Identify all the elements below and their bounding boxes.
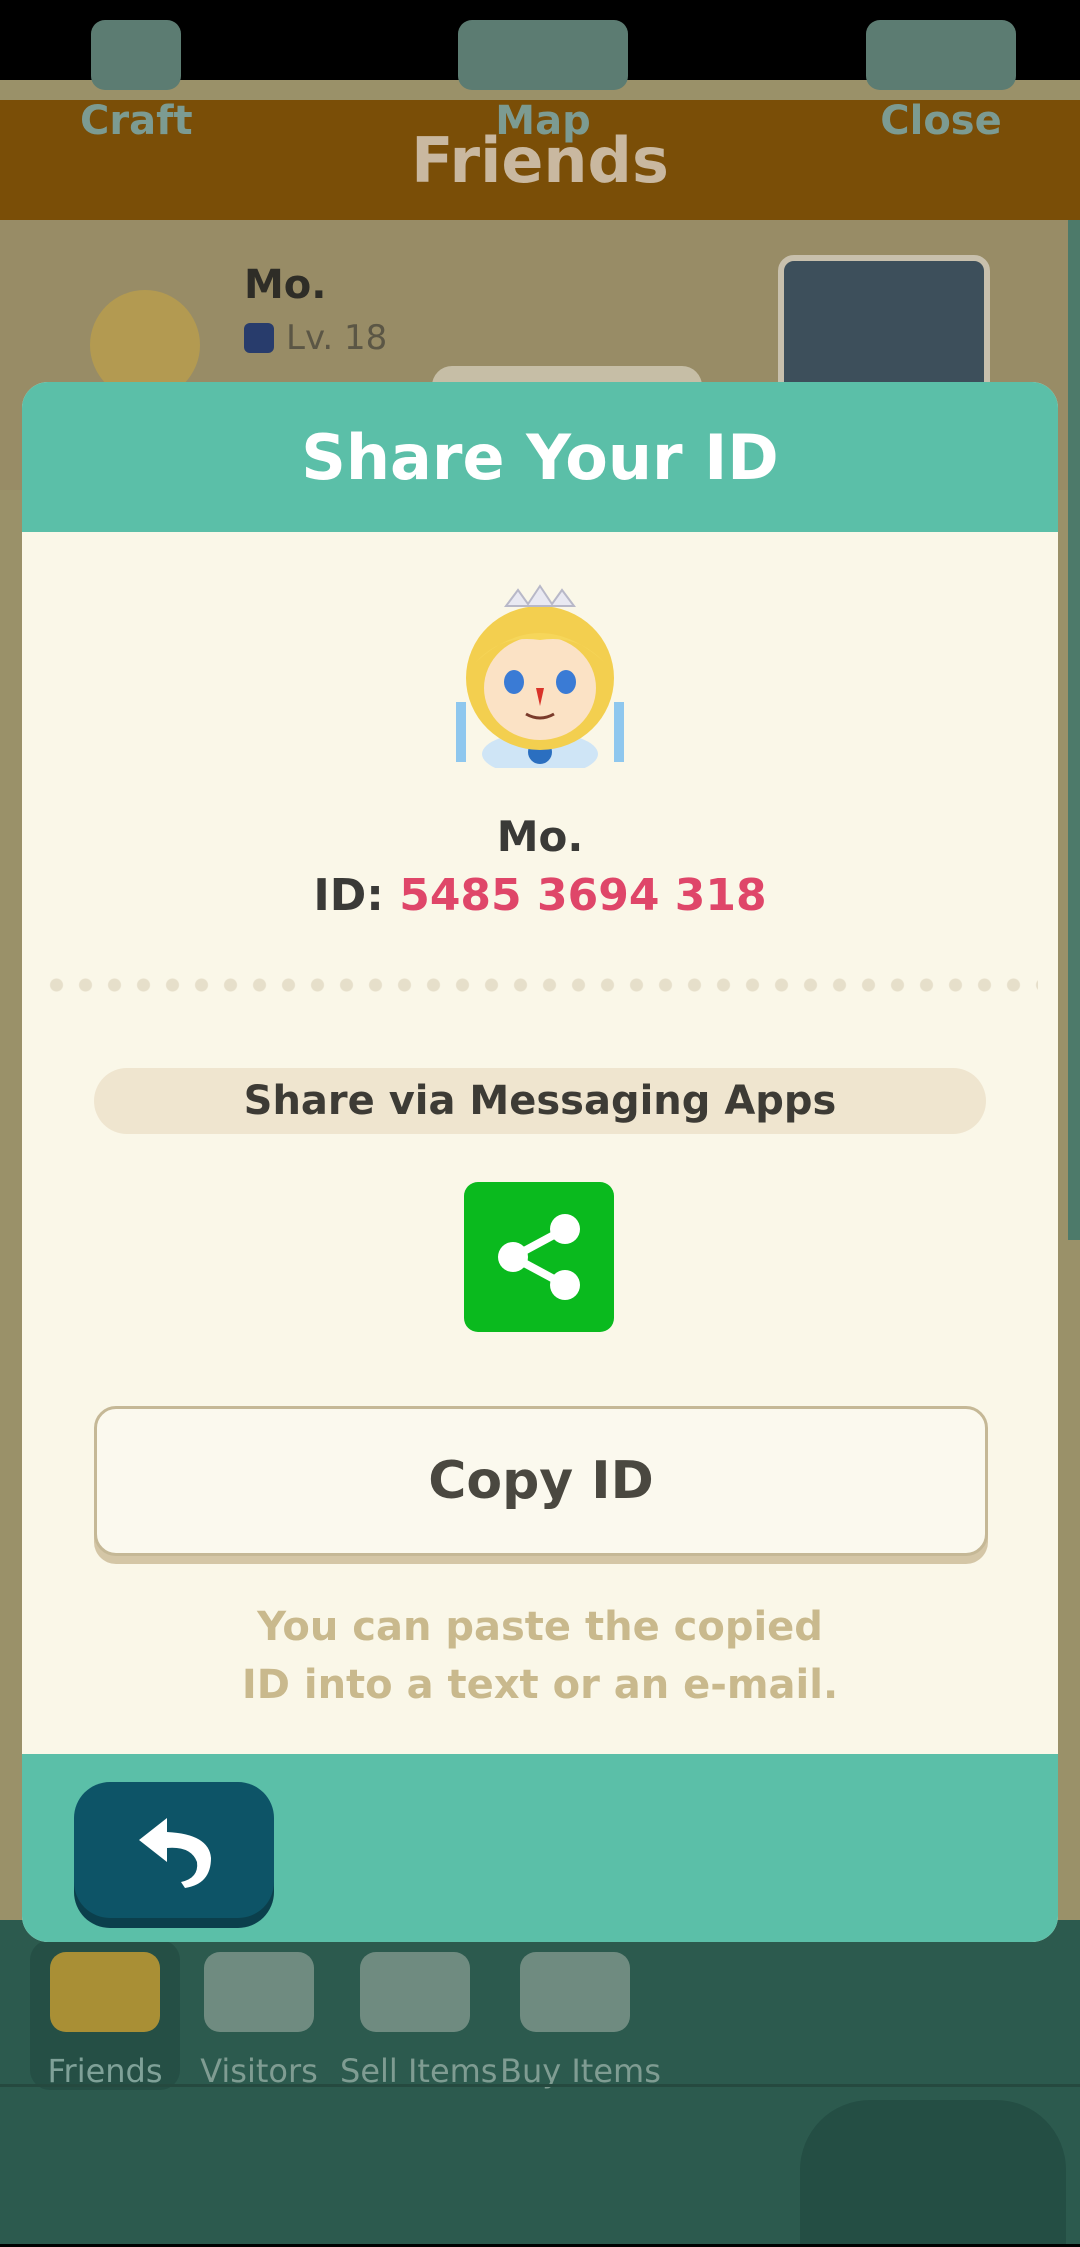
player-id-label: ID: [313,870,384,921]
close-villagers-icon [866,20,1016,90]
friend-level: Lv. 18 [244,318,387,358]
map-icon [458,20,628,90]
back-button[interactable] [74,1782,274,1918]
copy-hint-line2: ID into a text or an e-mail. [241,1662,839,1708]
copy-id-button[interactable]: Copy ID [94,1406,988,1556]
copy-hint-line1: You can paste the copied [257,1604,823,1650]
copy-hint: You can paste the copied ID into a text … [22,1598,1058,1714]
dialog-title: Share Your ID [301,420,779,494]
friend-level-text: Lv. 18 [286,318,388,358]
share-icon [498,1214,580,1300]
share-button[interactable] [464,1182,614,1332]
craft-button[interactable]: Craft [80,20,193,144]
craft-label: Craft [80,98,193,144]
buy-box-icon [520,1952,630,2032]
tab-visitors[interactable]: Visitors [184,1940,334,2090]
sell-box-icon [360,1952,470,2032]
craft-icon [91,20,182,90]
tab-buy-items[interactable]: Buy Items [500,1940,661,2090]
share-section-label: Share via Messaging Apps [94,1068,986,1134]
cat-icon [244,323,274,353]
share-id-dialog: Share Your ID Mo. ID: 5485 3694 318 Shar… [22,382,1058,1942]
dialog-header: Share Your ID [22,382,1058,532]
dotted-divider [42,978,1038,992]
back-arrow-icon [139,1818,211,1888]
friends-icon [50,1952,160,2032]
footprints-icon [204,1952,314,2032]
close-pill [800,2100,1066,2244]
tab-friends[interactable]: Friends [30,1940,180,2090]
friend-name: Mo. [244,262,327,308]
close-label: Close [880,98,1002,144]
map-label: Map [495,98,591,144]
close-button[interactable]: Close [866,20,1016,144]
player-id-value: 5485 3694 318 [399,870,767,921]
player-avatar [456,584,624,768]
nav-tabs: Friends Visitors Sell Items Buy Items [0,1940,700,2090]
player-name: Mo. [496,812,584,861]
scroll-edge [1068,220,1080,1240]
player-id: ID: 5485 3694 318 [22,870,1058,921]
map-button[interactable]: Map [458,20,628,144]
tab-sell-items[interactable]: Sell Items [340,1940,497,2090]
